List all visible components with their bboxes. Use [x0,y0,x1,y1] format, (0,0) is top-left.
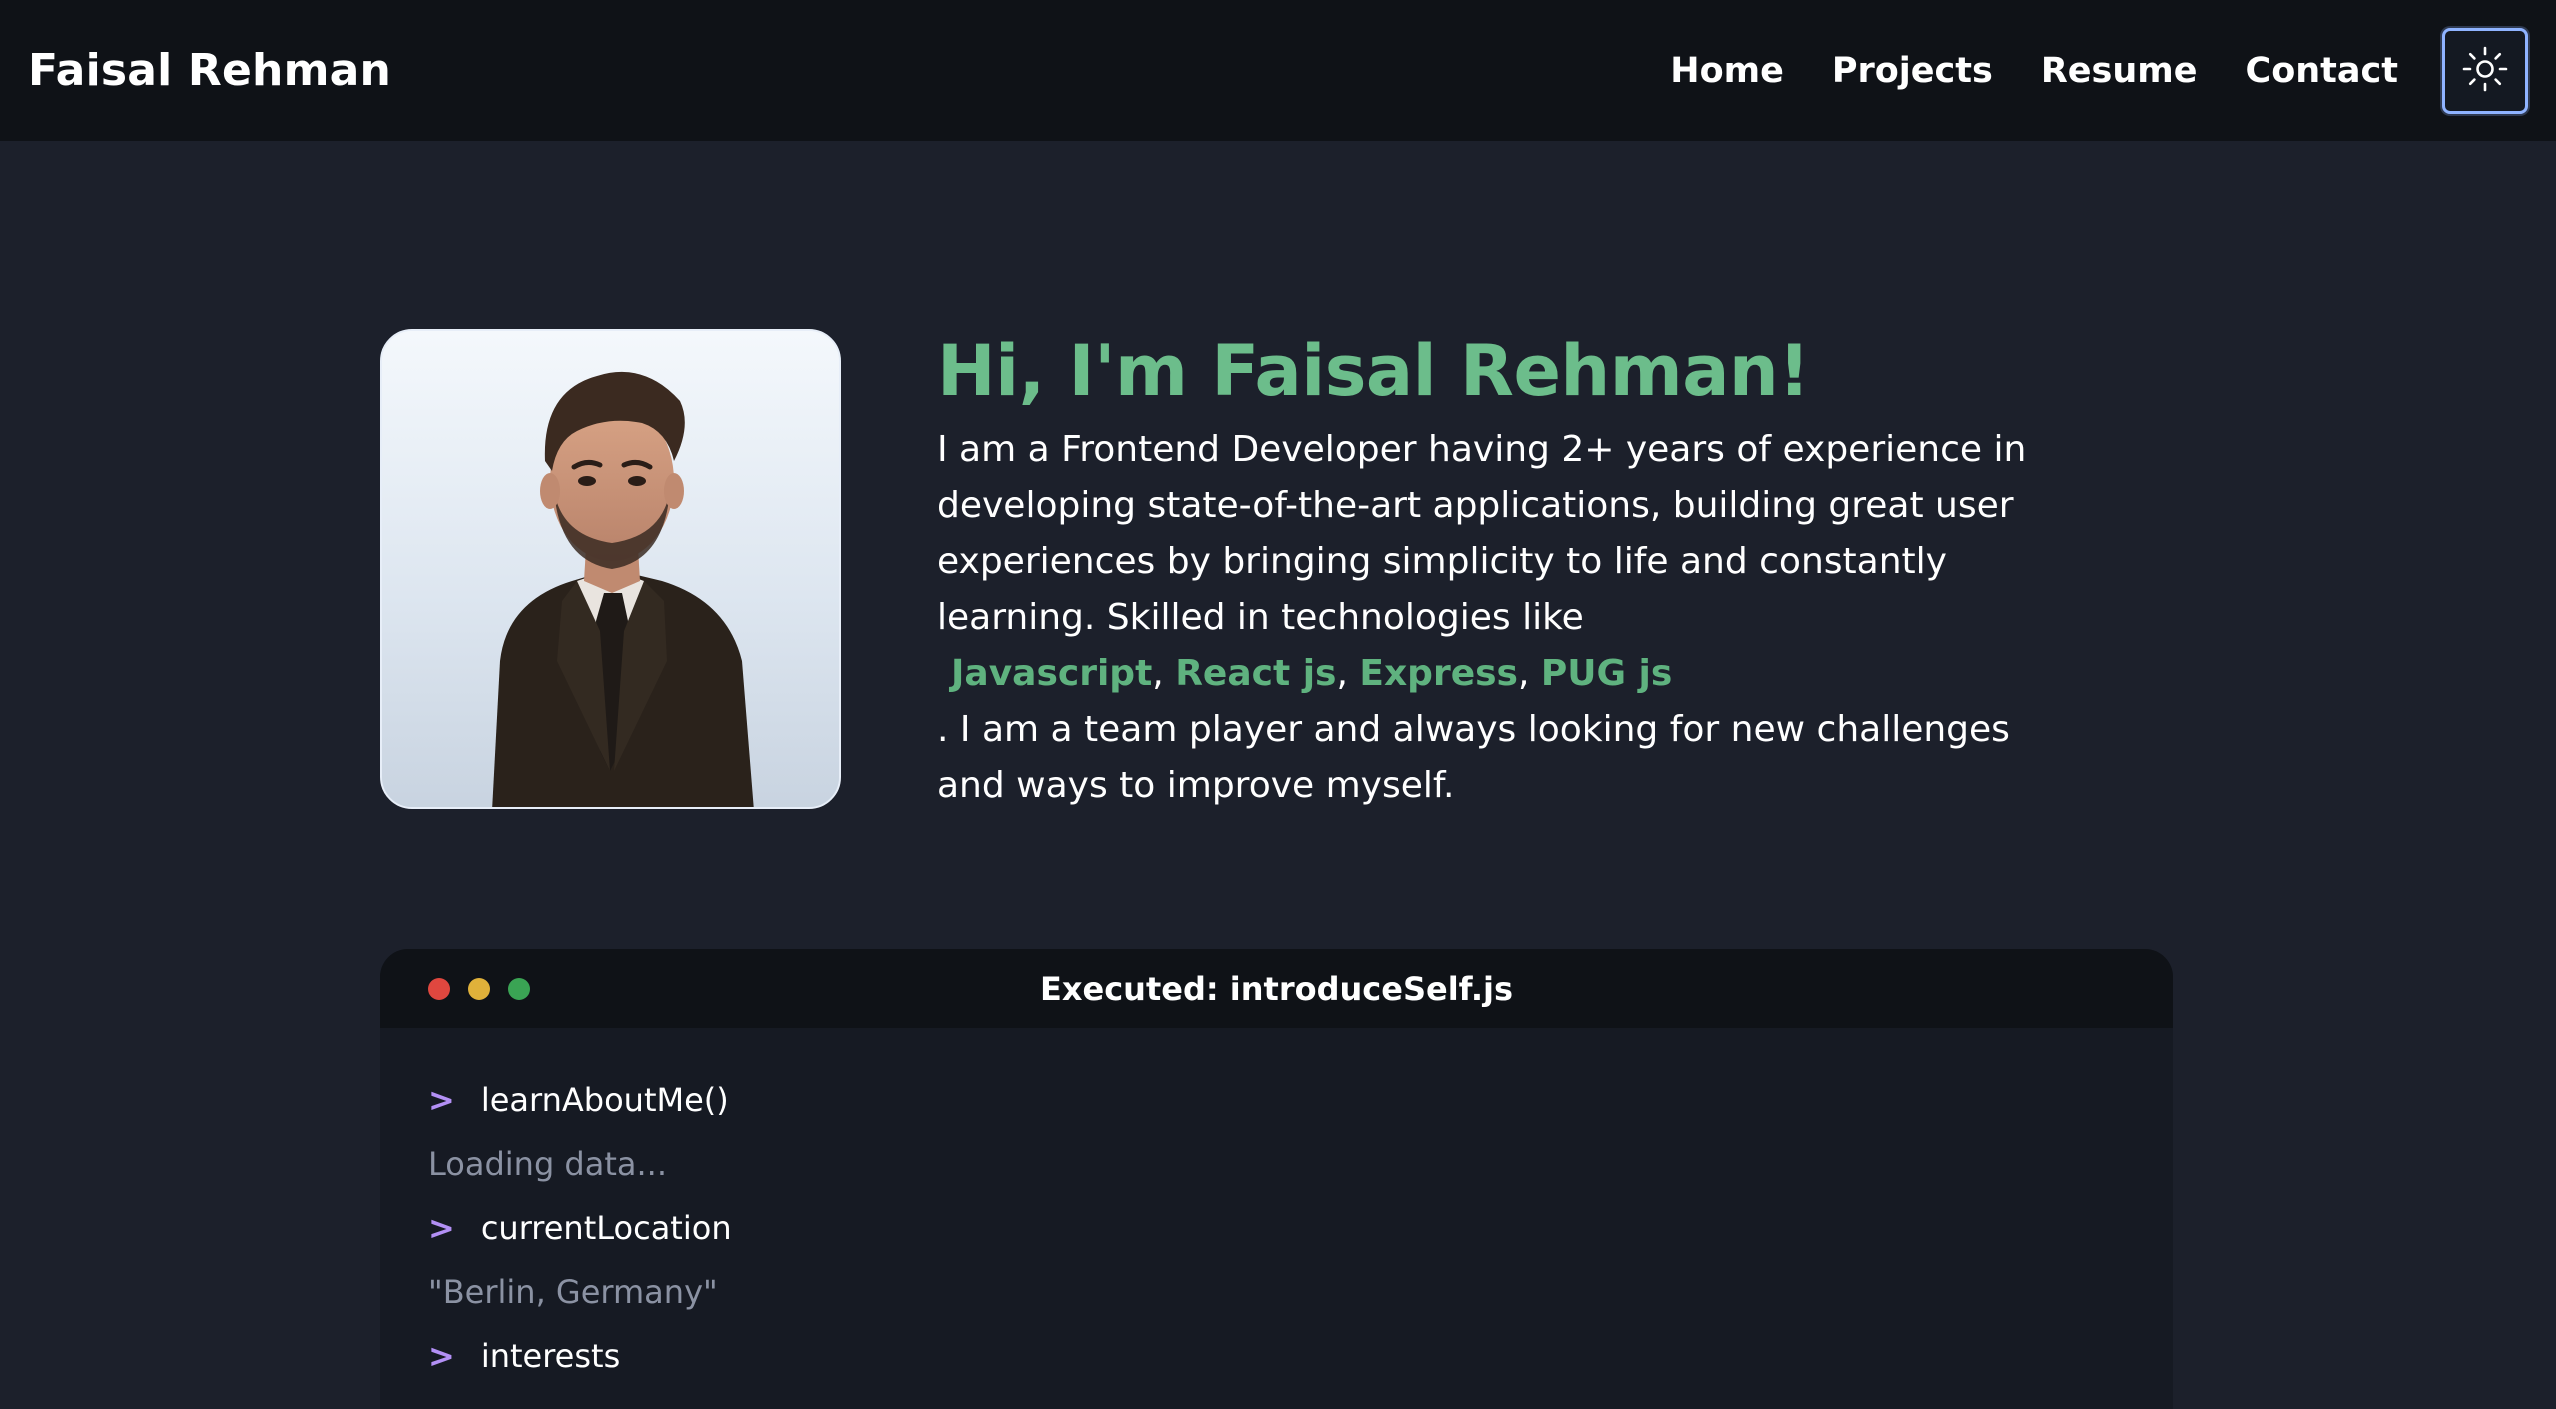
skills-list: Javascript, React js, Express, PUG js [951,653,1673,694]
nav-projects-link[interactable]: Projects [1832,51,1993,91]
skill-javascript: Javascript [951,653,1153,694]
nav-home-link[interactable]: Home [1670,51,1784,91]
site-brand[interactable]: Faisal Rehman [28,45,391,96]
skill-pug-js: PUG js [1540,653,1673,694]
terminal-line-command: > interests [428,1324,2125,1388]
terminal-title-bar: Executed: introduceSelf.js [380,949,2173,1028]
hero-section: Hi, I'm Faisal Rehman! I am a Frontend D… [937,330,2067,814]
skill-react-js: React js [1175,653,1337,694]
terminal-command: currentLocation [480,1209,732,1247]
hero-description: I am a Frontend Developer having 2+ year… [937,422,2067,814]
terminal-line-command: > learnAboutMe() [428,1068,2125,1132]
hero-intro-text: I am a Frontend Developer having 2+ year… [937,429,2027,638]
sun-icon [2462,46,2508,96]
nav-resume-link[interactable]: Resume [2041,51,2198,91]
hero-title: Hi, I'm Faisal Rehman! [937,330,1810,412]
skill-express: Express [1359,653,1518,694]
terminal-command: learnAboutMe() [480,1081,729,1119]
prompt-icon: > [428,1337,455,1375]
terminal-line-output: Loading data... [428,1132,2125,1196]
nav-contact-link[interactable]: Contact [2246,51,2398,91]
terminal-output: "Berlin, Germany" [428,1273,718,1311]
terminal-line-command: > currentLocation [428,1196,2125,1260]
prompt-icon: > [428,1081,455,1119]
hero-outro-text: . I am a team player and always looking … [937,709,2010,806]
profile-photo [380,329,841,809]
prompt-icon: > [428,1209,455,1247]
terminal-line-output: "Berlin, Germany" [428,1260,2125,1324]
terminal-command: interests [480,1337,621,1375]
terminal-output: Loading data... [428,1145,668,1183]
top-navbar: Faisal Rehman Home Projects Resume Conta… [0,0,2556,141]
terminal-body: > learnAboutMe() Loading data... > curre… [380,1028,2173,1388]
main-nav: Home Projects Resume Contact [1670,27,2528,114]
terminal-title: Executed: introduceSelf.js [1039,969,1514,1008]
theme-toggle-button[interactable] [2442,27,2528,114]
intro-terminal: Executed: introduceSelf.js > learnAboutM… [380,949,2173,1409]
